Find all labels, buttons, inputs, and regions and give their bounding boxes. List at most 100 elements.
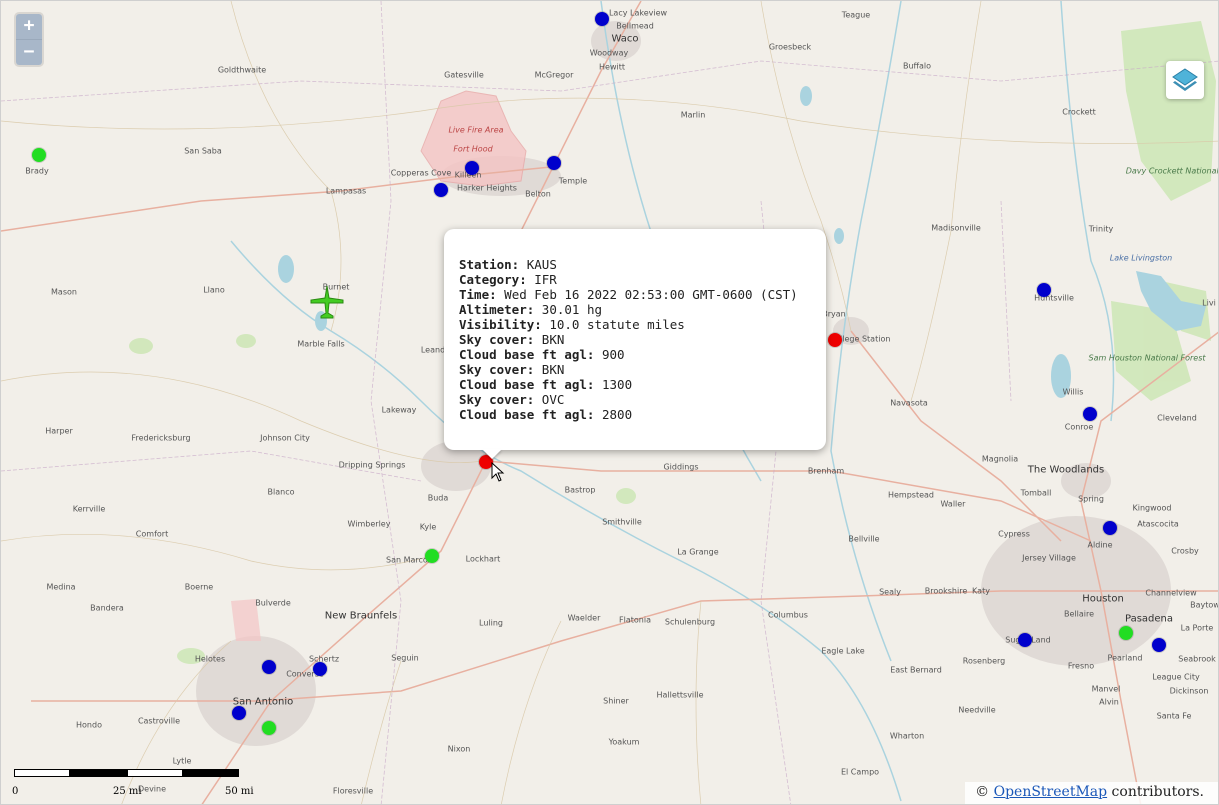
popup-row: Sky cover: OVC (459, 392, 812, 407)
place-label: Atascocita (1137, 519, 1179, 529)
scale-label-25: 25 mi (113, 786, 142, 797)
popup-field-label: Station: (459, 257, 520, 272)
station-marker[interactable] (1119, 626, 1133, 640)
popup-content: Station: KAUS Category: IFR Time: Wed Feb … (459, 257, 812, 422)
place-label: Flatonia (619, 615, 651, 625)
place-label: Gatesville (444, 70, 484, 80)
place-label: San Saba (184, 146, 222, 156)
popup-field-label: Sky cover: (459, 362, 535, 377)
station-marker[interactable] (232, 706, 246, 720)
place-label: Kyle (419, 522, 437, 532)
place-label: The Woodlands (1027, 464, 1105, 476)
place-label: Baytow (1190, 600, 1219, 610)
place-label: Madisonville (931, 223, 981, 233)
station-marker[interactable] (1083, 407, 1097, 421)
place-label: Bulverde (255, 598, 291, 608)
station-marker[interactable] (1103, 521, 1117, 535)
place-label: Lockhart (465, 554, 501, 564)
popup-field-value: OVC (534, 392, 565, 407)
place-label: Brady (25, 166, 49, 176)
place-label: Smithville (602, 517, 642, 527)
place-label: Sam Houston National Forest (1088, 353, 1206, 363)
popup-field-value: IFR (526, 272, 557, 287)
popup-tip (482, 449, 502, 459)
popup-row: Visibility: 10.0 statute miles (459, 317, 812, 332)
map[interactable]: Lacy Lakeview Waco Bellmead Woodway Hewitt Te… (0, 0, 1219, 805)
popup-field-value: BKN (534, 362, 565, 377)
place-label: Harker Heights (457, 183, 517, 193)
popup-field-value: 2800 (594, 407, 633, 422)
popup-field-value: 900 (594, 347, 625, 362)
place-label: Crosby (1171, 546, 1199, 556)
station-marker[interactable] (1018, 633, 1032, 647)
popup-field-label: Cloud base ft agl: (459, 377, 595, 392)
place-label: Cleveland (1157, 413, 1197, 423)
station-marker[interactable] (32, 148, 46, 162)
station-marker[interactable] (262, 660, 276, 674)
place-label: Lytle (172, 756, 192, 766)
place-label: Llano (203, 285, 225, 295)
place-label: Tomball (1020, 488, 1052, 498)
attribution: © OpenStreetMap contributors. (965, 782, 1218, 804)
place-label: Santa Fe (1156, 711, 1192, 721)
place-label: East Bernard (890, 665, 942, 675)
scale-segment (127, 769, 183, 777)
station-marker[interactable] (262, 721, 276, 735)
place-label: Copperas Cove (390, 168, 452, 178)
place-label: Crockett (1062, 107, 1096, 117)
place-label: Leand (420, 345, 446, 355)
station-marker[interactable] (828, 333, 842, 347)
place-label: Temple (558, 176, 588, 186)
place-label: Seguin (391, 653, 419, 663)
place-label: Spring (1078, 494, 1104, 504)
place-label: Seabrook (1178, 654, 1216, 664)
place-label: Devine (137, 784, 167, 794)
zoom-in-button[interactable]: + (16, 14, 42, 39)
place-label: Hempstead (887, 490, 935, 500)
popup-field-value: KAUS (519, 257, 557, 272)
station-marker[interactable] (425, 549, 439, 563)
place-label: Luling (479, 618, 503, 628)
place-label: Bellmead (616, 21, 654, 31)
place-label: Wharton (889, 731, 925, 741)
place-label: Lakeway (381, 405, 417, 415)
place-label: Woodway (589, 48, 629, 58)
place-label: Goldthwaite (217, 65, 267, 75)
layers-icon (1172, 68, 1198, 91)
popup-row: Time: Wed Feb 16 2022 02:53:00 GMT-0600 … (459, 287, 812, 302)
place-label: Willis (1062, 387, 1084, 397)
station-marker[interactable] (313, 662, 327, 676)
place-label: Helotes (194, 654, 226, 664)
place-label: Yoakum (608, 737, 640, 747)
popup-field-label: Cloud base ft agl: (459, 347, 595, 362)
place-label: Marble Falls (297, 339, 345, 349)
place-label: Columbus (768, 610, 808, 620)
place-label: Manvel (1091, 684, 1121, 694)
scale-segment (70, 769, 127, 777)
place-label: New Braunfels (324, 610, 398, 622)
station-marker[interactable] (465, 161, 479, 175)
place-label: Fredericksburg (131, 433, 191, 443)
zoom-out-button[interactable]: − (16, 39, 42, 65)
popup-field-label: Sky cover: (459, 332, 535, 347)
aircraft-icon[interactable] (309, 284, 345, 320)
station-marker[interactable] (1037, 283, 1051, 297)
station-marker[interactable] (595, 12, 609, 26)
place-label: Schertz (308, 654, 340, 664)
place-label: Cypress (998, 529, 1030, 539)
place-label: Giddings (663, 462, 699, 472)
place-label: Marlin (680, 110, 706, 120)
popup-field-value: 10.0 statute miles (541, 317, 685, 332)
popup-field-label: Visibility: (459, 317, 542, 332)
station-marker[interactable] (547, 156, 561, 170)
openstreetmap-link[interactable]: OpenStreetMap (994, 784, 1108, 800)
station-marker[interactable] (1152, 638, 1166, 652)
station-marker[interactable] (434, 183, 448, 197)
place-label: Castroville (137, 716, 181, 726)
place-label: Lacy Lakeview (608, 8, 668, 18)
place-label: Lampasas (325, 186, 367, 196)
scale-segment (14, 769, 70, 777)
layers-button[interactable] (1166, 61, 1204, 99)
place-label: Hallettsville (656, 690, 704, 700)
popup-row: Altimeter: 30.01 hg (459, 302, 812, 317)
